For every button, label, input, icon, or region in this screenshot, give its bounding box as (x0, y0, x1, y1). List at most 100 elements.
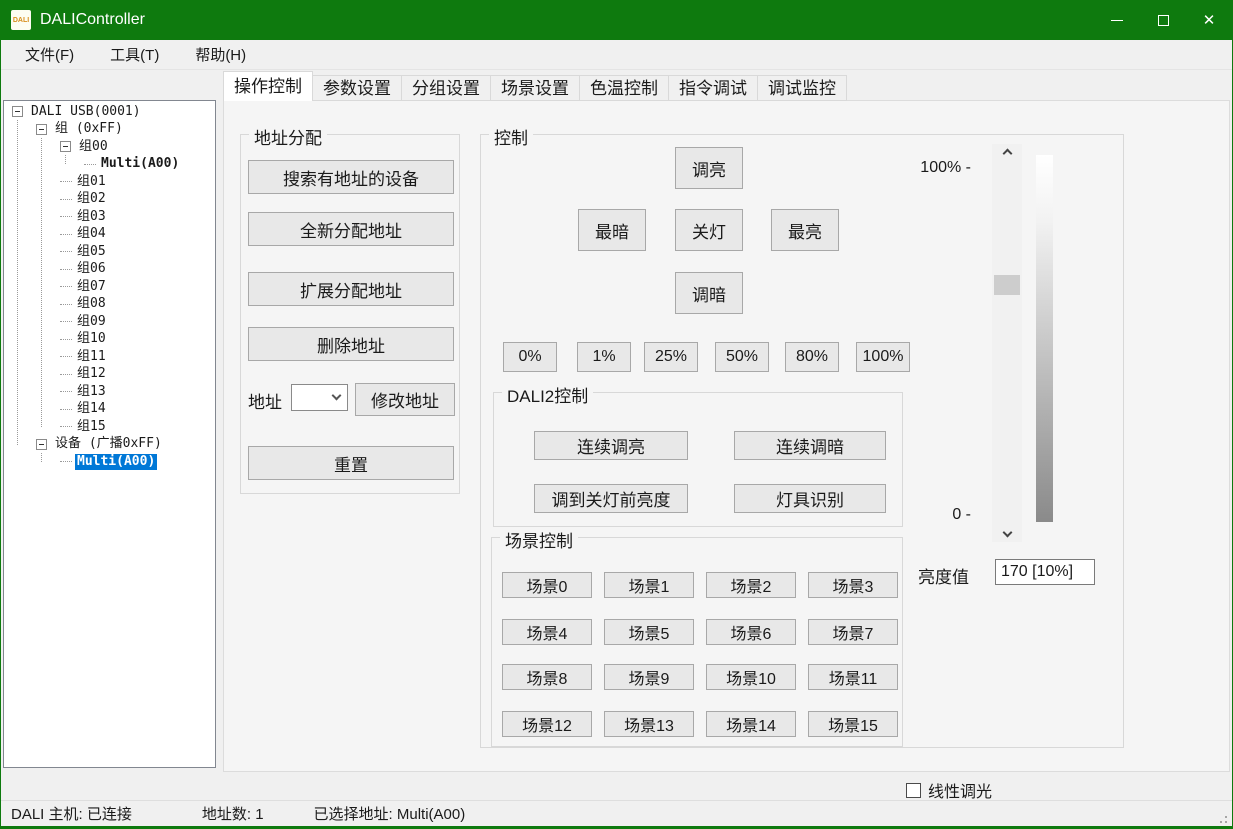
brightest-button[interactable]: 最亮 (771, 209, 839, 251)
tree-item-label[interactable]: 组10 (75, 331, 108, 347)
scene-button-3[interactable]: 场景3 (808, 572, 898, 598)
scene-button-4[interactable]: 场景4 (502, 619, 592, 645)
percent-button-3[interactable]: 50% (715, 342, 769, 372)
scroll-down-button[interactable] (992, 526, 1022, 542)
tree-row-4[interactable]: 组01 (4, 173, 215, 191)
tree-row-5[interactable]: 组02 (4, 191, 215, 209)
tab-3[interactable]: 场景设置 (491, 75, 580, 101)
tree-row-18[interactable]: 组15 (4, 418, 215, 436)
scene-button-12[interactable]: 场景12 (502, 711, 592, 737)
tree-item-label[interactable]: 组04 (75, 226, 108, 242)
tab-1[interactable]: 参数设置 (313, 75, 402, 101)
percent-button-0[interactable]: 0% (503, 342, 557, 372)
scene-button-5[interactable]: 场景5 (604, 619, 694, 645)
tree-item-label[interactable]: Multi(A00) (99, 156, 181, 172)
tree-row-20[interactable]: Multi(A00) (4, 453, 215, 471)
scene-button-6[interactable]: 场景6 (706, 619, 796, 645)
reset-button[interactable]: 重置 (248, 446, 454, 480)
tab-5[interactable]: 指令调试 (669, 75, 758, 101)
scene-button-14[interactable]: 场景14 (706, 711, 796, 737)
tree-row-6[interactable]: 组03 (4, 208, 215, 226)
tree-item-label[interactable]: 组06 (75, 261, 108, 277)
luminaire-identify-button[interactable]: 灯具识别 (734, 484, 886, 513)
scene-button-9[interactable]: 场景9 (604, 664, 694, 690)
tree-row-13[interactable]: 组10 (4, 331, 215, 349)
tree-row-15[interactable]: 组12 (4, 366, 215, 384)
tree-item-label[interactable]: 组01 (75, 174, 108, 190)
tree-row-3[interactable]: Multi(A00) (4, 156, 215, 174)
tree-row-7[interactable]: 组04 (4, 226, 215, 244)
scene-button-13[interactable]: 场景13 (604, 711, 694, 737)
scene-button-7[interactable]: 场景7 (808, 619, 898, 645)
menu-tools[interactable]: 工具(T) (104, 41, 165, 68)
tree-row-16[interactable]: 组13 (4, 383, 215, 401)
tree-row-10[interactable]: 组07 (4, 278, 215, 296)
menu-help[interactable]: 帮助(H) (189, 41, 252, 68)
tree-row-11[interactable]: 组08 (4, 296, 215, 314)
restore-pre-off-brightness-button[interactable]: 调到关灯前亮度 (534, 484, 688, 513)
percent-button-4[interactable]: 80% (785, 342, 839, 372)
scene-button-15[interactable]: 场景15 (808, 711, 898, 737)
tree-row-9[interactable]: 组06 (4, 261, 215, 279)
tree-item-label[interactable]: 设备 (广播0xFF) (53, 436, 164, 452)
scene-button-1[interactable]: 场景1 (604, 572, 694, 598)
maximize-button[interactable] (1140, 0, 1186, 40)
tree-item-label[interactable]: 组 (0xFF) (53, 121, 125, 137)
tree-collapse-icon[interactable] (36, 439, 47, 450)
brightness-scrollbar[interactable] (992, 144, 1022, 542)
linear-dimming-checkbox[interactable] (906, 783, 921, 798)
tab-6[interactable]: 调试监控 (758, 75, 847, 101)
lights-off-button[interactable]: 关灯 (675, 209, 743, 251)
tree-row-0[interactable]: DALI USB(0001) (4, 103, 215, 121)
extend-assign-address-button[interactable]: 扩展分配地址 (248, 272, 454, 306)
delete-address-button[interactable]: 删除地址 (248, 327, 454, 361)
tab-4[interactable]: 色温控制 (580, 75, 669, 101)
tree-item-label[interactable]: 组15 (75, 419, 108, 435)
scene-button-10[interactable]: 场景10 (706, 664, 796, 690)
scrollbar-thumb[interactable] (994, 275, 1020, 295)
tree-row-14[interactable]: 组11 (4, 348, 215, 366)
tree-item-label[interactable]: 组05 (75, 244, 108, 260)
modify-address-button[interactable]: 修改地址 (355, 383, 455, 416)
assign-new-address-button[interactable]: 全新分配地址 (248, 212, 454, 246)
tree-row-19[interactable]: 设备 (广播0xFF) (4, 436, 215, 454)
menu-file[interactable]: 文件(F) (19, 41, 80, 68)
tree-item-label[interactable]: 组13 (75, 384, 108, 400)
percent-button-1[interactable]: 1% (577, 342, 631, 372)
tree-item-label[interactable]: 组03 (75, 209, 108, 225)
tree-item-label[interactable]: 组02 (75, 191, 108, 207)
tree-row-12[interactable]: 组09 (4, 313, 215, 331)
tree-row-2[interactable]: 组00 (4, 138, 215, 156)
brighten-button[interactable]: 调亮 (675, 147, 743, 189)
tree-item-label[interactable]: 组12 (75, 366, 108, 382)
tab-0[interactable]: 操作控制 (223, 71, 313, 101)
tree-collapse-icon[interactable] (12, 106, 23, 117)
search-addressed-devices-button[interactable]: 搜索有地址的设备 (248, 160, 454, 194)
tree-item-label[interactable]: 组14 (75, 401, 108, 417)
continuous-brighten-button[interactable]: 连续调亮 (534, 431, 688, 460)
tree-item-label[interactable]: 组09 (75, 314, 108, 330)
percent-button-5[interactable]: 100% (856, 342, 910, 372)
brightness-value-box[interactable]: 170 [10%] (995, 559, 1095, 585)
tree-item-label[interactable]: DALI USB(0001) (29, 104, 143, 120)
close-button[interactable]: ✕ (1186, 0, 1232, 40)
minimize-button[interactable] (1094, 0, 1140, 40)
resize-grip[interactable] (1225, 816, 1227, 818)
darkest-button[interactable]: 最暗 (578, 209, 646, 251)
scene-button-8[interactable]: 场景8 (502, 664, 592, 690)
dim-button[interactable]: 调暗 (675, 272, 743, 314)
tree-item-label[interactable]: Multi(A00) (75, 454, 157, 470)
tree-row-8[interactable]: 组05 (4, 243, 215, 261)
tree-item-label[interactable]: 组11 (75, 349, 108, 365)
tree-row-1[interactable]: 组 (0xFF) (4, 121, 215, 139)
tree-item-label[interactable]: 组00 (77, 139, 110, 155)
scene-button-0[interactable]: 场景0 (502, 572, 592, 598)
scroll-up-button[interactable] (992, 144, 1022, 160)
tree-item-label[interactable]: 组08 (75, 296, 108, 312)
tree-item-label[interactable]: 组07 (75, 279, 108, 295)
tree-row-17[interactable]: 组14 (4, 401, 215, 419)
tab-2[interactable]: 分组设置 (402, 75, 491, 101)
address-combobox[interactable] (291, 384, 348, 411)
percent-button-2[interactable]: 25% (644, 342, 698, 372)
tree-collapse-icon[interactable] (36, 124, 47, 135)
